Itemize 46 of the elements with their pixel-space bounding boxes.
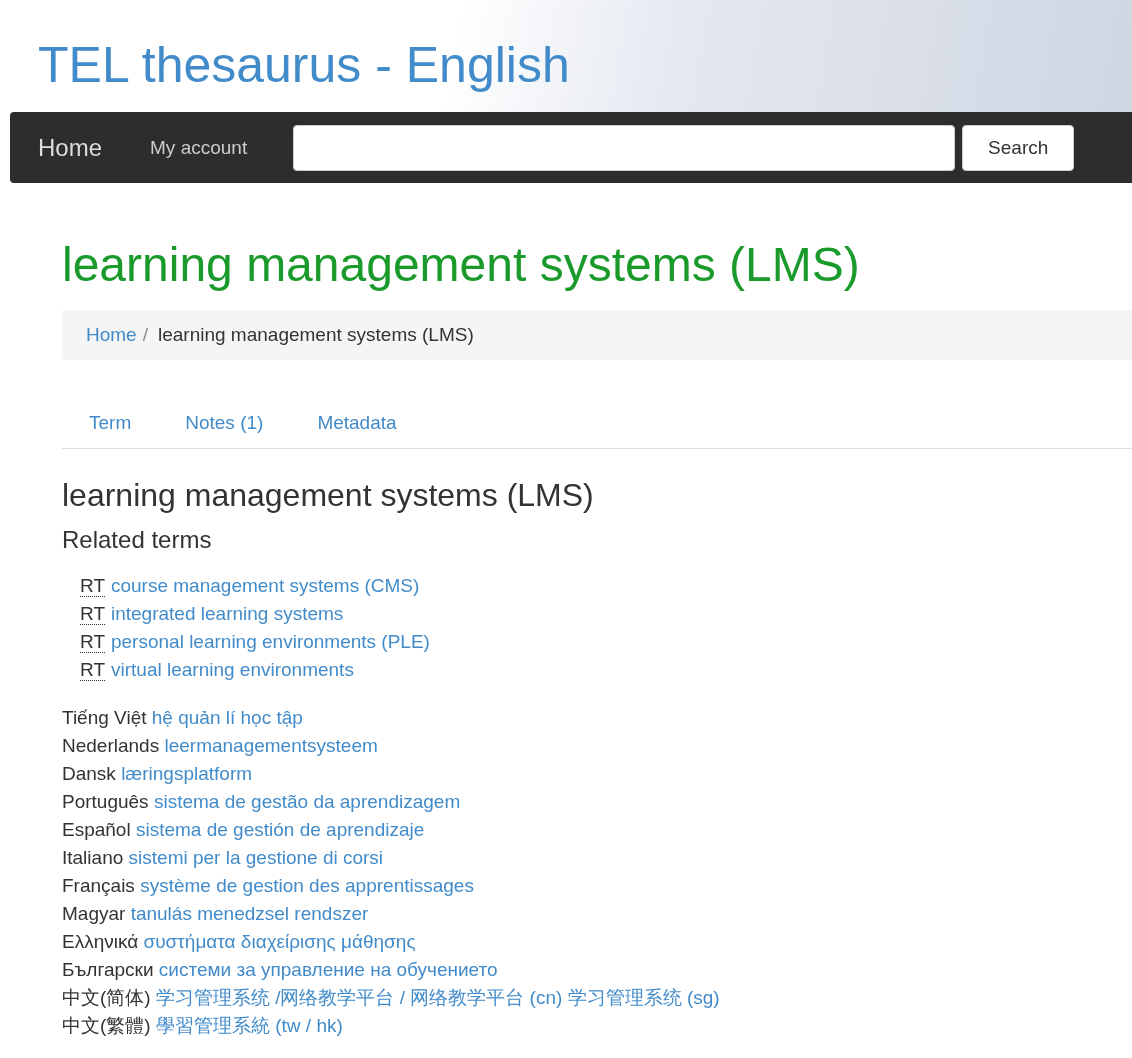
translation-link[interactable]: sistema de gestão da aprendizagem xyxy=(153,790,461,812)
language-label: Italiano xyxy=(62,846,124,868)
relation-abbreviation: RT xyxy=(80,602,105,625)
translation-link[interactable]: système de gestion des apprentissages xyxy=(140,874,474,896)
translation-link[interactable]: tanulás menedzsel rendszer xyxy=(130,902,369,924)
language-label: Magyar xyxy=(62,902,126,924)
related-term-link[interactable]: integrated learning systems xyxy=(111,602,344,624)
translation-link[interactable]: sistemi per la gestione di corsi xyxy=(128,846,384,868)
relation-abbreviation: RT xyxy=(80,574,105,597)
language-label: 中文(简体) xyxy=(62,986,151,1008)
language-label: Ελληνικά xyxy=(62,930,139,952)
page-title: learning management systems (LMS) xyxy=(62,239,861,292)
search-field[interactable] xyxy=(293,124,956,171)
term-heading: learning management systems (LMS) xyxy=(62,476,595,514)
relation-abbreviation: RT xyxy=(80,630,105,653)
relation-abbreviation: RT xyxy=(80,658,105,681)
site-title: TEL thesaurus - English xyxy=(38,40,570,90)
language-label: Français xyxy=(62,874,135,896)
search-button[interactable]: Search xyxy=(962,124,1075,171)
language-label: Português xyxy=(62,790,149,812)
translation-link[interactable]: læringsplatform xyxy=(121,762,253,784)
language-label: Español xyxy=(62,818,131,840)
language-label: 中文(繁體) xyxy=(62,1014,151,1036)
related-terms-heading: Related terms xyxy=(62,525,213,554)
translation-link[interactable]: 學習管理系統 (tw / hk) xyxy=(155,1014,343,1036)
breadcrumb-current: learning management systems (LMS) xyxy=(157,323,474,346)
tab[interactable]: Notes (1) xyxy=(158,397,291,448)
breadcrumb-separator: / xyxy=(141,323,149,346)
translation-link[interactable]: sistema de gestión de aprendizaje xyxy=(135,818,425,840)
language-label: Nederlands xyxy=(62,734,160,756)
related-term-link[interactable]: course management systems (CMS) xyxy=(111,574,420,596)
related-term-link[interactable]: virtual learning environments xyxy=(111,658,354,680)
language-label: Dansk xyxy=(62,762,116,784)
account-link[interactable]: My account xyxy=(150,136,248,159)
translation-link[interactable]: συστήματα διαχείρισης μάθησης xyxy=(143,930,416,952)
related-term-link[interactable]: personal learning environments (PLE) xyxy=(111,630,430,652)
tab[interactable]: Term xyxy=(62,397,159,448)
translation-link[interactable]: hệ quản lí học tập xyxy=(151,706,303,728)
home-link[interactable]: Home xyxy=(38,133,103,162)
tab[interactable]: Metadata xyxy=(290,397,424,448)
breadcrumb-link[interactable]: Home xyxy=(86,323,137,346)
translation-link[interactable]: 学习管理系统 /网络教学平台 / 网络教学平台 (cn) 学习管理系统 (sg) xyxy=(155,986,720,1008)
language-label: Tiếng Việt xyxy=(62,706,147,728)
translation-link[interactable]: leermanagementsysteem xyxy=(164,734,378,756)
language-label: Български xyxy=(62,958,154,980)
translation-link[interactable]: системи за управление на обучението xyxy=(158,958,498,980)
